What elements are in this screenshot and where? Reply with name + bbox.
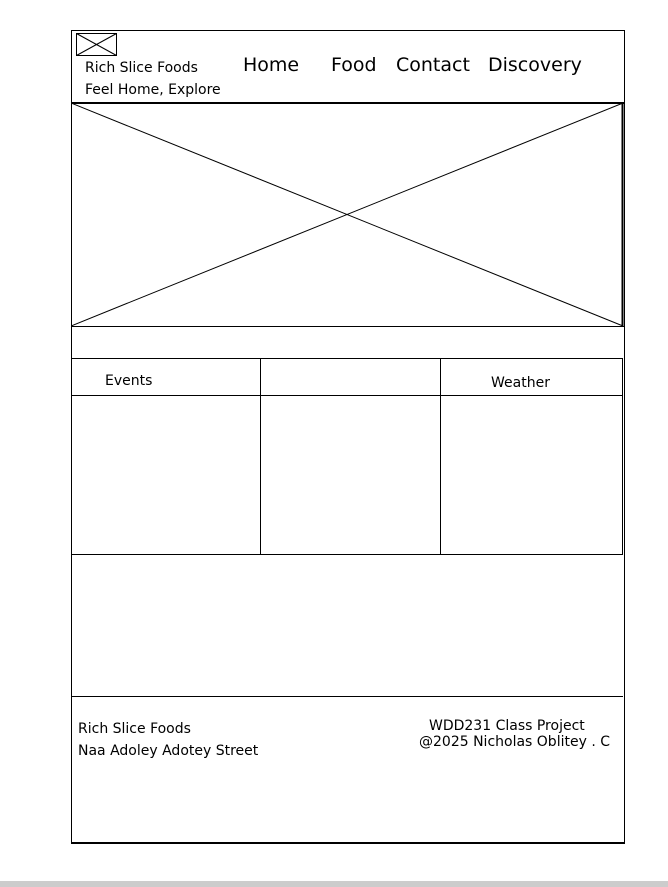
events-heading: Events [105,373,153,389]
brand-name: Rich Slice Foods [85,60,198,76]
nav-home[interactable]: Home [243,56,299,75]
footer-address: Naa Adoley Adotey Street [78,743,259,759]
nav-food[interactable]: Food [331,56,377,75]
footer-copyright: @2025 Nicholas Oblitey . C [419,734,610,750]
weather-heading: Weather [491,375,550,391]
footer-divider [71,696,623,697]
bottom-scroll-bar [0,881,668,887]
nav-discovery[interactable]: Discovery [488,56,582,75]
footer-company: Rich Slice Foods [78,721,191,737]
logo-placeholder-icon [76,33,117,56]
tagline: Feel Home, Explore [85,82,221,98]
footer-project: WDD231 Class Project [429,718,585,734]
hero-image-placeholder-icon [71,103,624,327]
nav-contact[interactable]: Contact [396,56,470,75]
